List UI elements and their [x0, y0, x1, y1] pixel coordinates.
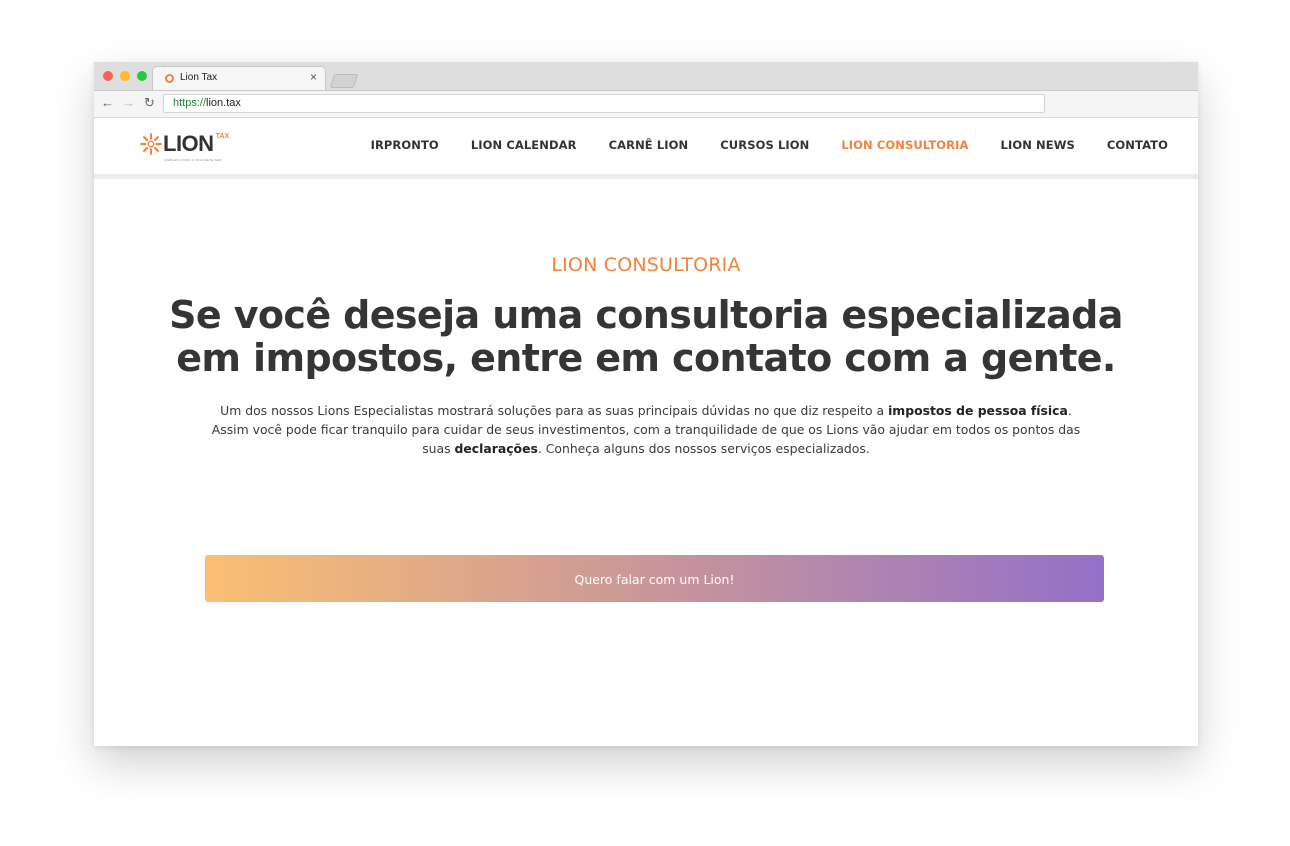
maximize-window-button[interactable]: [137, 71, 147, 81]
browser-tab[interactable]: Lion Tax ×: [152, 66, 326, 90]
address-bar[interactable]: https://lion.tax: [163, 94, 1045, 113]
site-logo[interactable]: LION TAX SIMPLES COMO A VIDA DEVE SER: [140, 130, 230, 162]
nav-link-lion-news[interactable]: LION NEWS: [1001, 138, 1075, 152]
sun-logo-icon: [140, 133, 162, 155]
new-tab-button[interactable]: [329, 74, 359, 88]
hero-description-text: Um dos nossos Lions Especialistas mostra…: [220, 403, 889, 418]
nav-link-lion-consultoria[interactable]: LION CONSULTORIA: [841, 138, 968, 152]
logo-tax-label: TAX: [215, 133, 230, 140]
hero-description: Um dos nossos Lions Especialistas mostra…: [204, 401, 1088, 458]
browser-window: Lion Tax × ← → ↻ https://lion.tax LION T…: [94, 62, 1198, 746]
section-eyebrow: LION CONSULTORIA: [551, 254, 741, 276]
logo-tagline: SIMPLES COMO A VIDA DEVE SER: [164, 158, 222, 162]
nav-link-carne-lion[interactable]: CARNÊ LION: [609, 138, 689, 152]
tab-close-icon[interactable]: ×: [310, 70, 317, 84]
nav-link-cursos-lion[interactable]: CURSOS LION: [720, 138, 809, 152]
url-scheme: https://: [173, 97, 207, 109]
forward-arrow-icon[interactable]: →: [122, 95, 135, 110]
logo-wordmark: LION: [163, 131, 214, 156]
close-window-button[interactable]: [103, 71, 113, 81]
contact-lion-button[interactable]: Quero falar com um Lion!: [205, 555, 1104, 602]
web-page: LION TAX SIMPLES COMO A VIDA DEVE SER IR…: [94, 118, 1198, 746]
nav-link-lion-calendar[interactable]: LION CALENDAR: [471, 138, 577, 152]
browser-toolbar: ← → ↻ https://lion.tax: [94, 91, 1198, 118]
hero-description-emphasis: impostos de pessoa física: [888, 403, 1068, 418]
back-arrow-icon[interactable]: ←: [101, 95, 114, 110]
hero-description-text: . Conheça alguns dos nossos serviços esp…: [537, 441, 870, 456]
hero-description-emphasis: declarações: [454, 441, 538, 456]
tab-bar: Lion Tax ×: [94, 62, 1198, 91]
nav-link-contato[interactable]: CONTATO: [1107, 138, 1168, 152]
url-host: lion.tax: [206, 97, 241, 109]
reload-icon[interactable]: ↻: [144, 95, 155, 111]
window-controls: [103, 71, 147, 81]
minimize-window-button[interactable]: [120, 71, 130, 81]
tab-title: Lion Tax: [180, 72, 218, 83]
lion-favicon-icon: [165, 74, 174, 83]
nav-link-irpronto[interactable]: IRPRONTO: [371, 138, 439, 152]
hero-title: Se você deseja uma consultoria especiali…: [169, 293, 1123, 380]
site-header: LION TAX SIMPLES COMO A VIDA DEVE SER IR…: [94, 118, 1198, 179]
main-navigation: IRPRONTO LION CALENDAR CARNÊ LION CURSOS…: [371, 138, 1168, 152]
